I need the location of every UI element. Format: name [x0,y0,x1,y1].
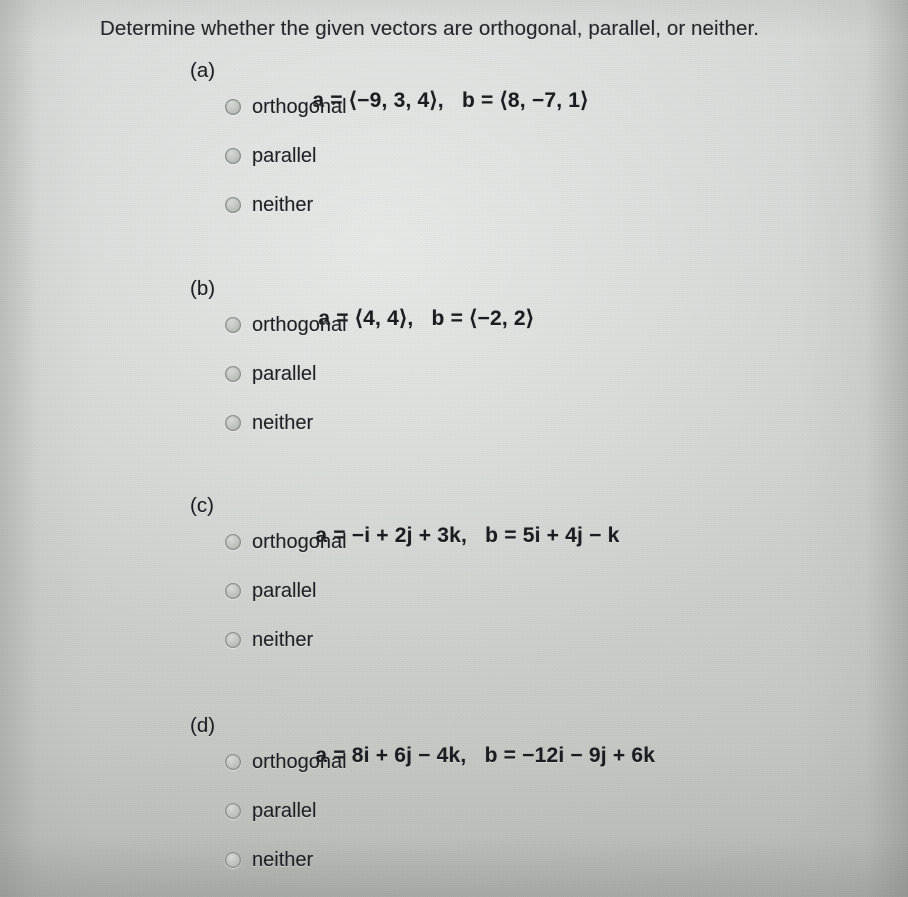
option-label: orthogonal [252,96,347,118]
radio-button-icon[interactable] [225,415,241,431]
option-label: orthogonal [252,531,347,553]
option-b-neither[interactable]: neither [225,410,313,436]
radio-button-icon[interactable] [225,197,241,213]
question-d-options: orthogonal parallel neither [0,749,908,879]
radio-button-icon[interactable] [225,148,241,164]
option-b-orthogonal[interactable]: orthogonal [225,312,347,338]
option-d-orthogonal[interactable]: orthogonal [225,749,347,775]
option-label: neither [252,412,314,434]
page-title: Determine whether the given vectors are … [100,17,760,40]
radio-button-icon[interactable] [225,317,241,333]
question-block-c: (c) a = −i + 2j + 3k, b = 5i + 4j − k or… [0,491,908,659]
radio-button-icon[interactable] [225,754,241,770]
option-label: neither [252,849,314,871]
radio-button-icon[interactable] [225,803,241,819]
option-label: neither [252,629,314,651]
question-c-label: (c) [190,494,214,517]
radio-button-icon[interactable] [225,534,241,550]
radio-button-icon[interactable] [225,852,241,868]
option-d-parallel[interactable]: parallel [225,798,316,824]
option-label: neither [252,194,314,216]
option-label: parallel [252,363,317,385]
question-b-label: (b) [190,277,216,300]
radio-button-icon[interactable] [225,632,241,648]
radio-button-icon[interactable] [225,99,241,115]
question-d-header: (d) a = 8i + 6j − 4k, b = −12i − 9j + 6k [0,711,908,767]
photographed-screen-page: Determine whether the given vectors are … [0,0,908,897]
option-label: orthogonal [252,751,347,773]
option-a-orthogonal[interactable]: orthogonal [225,94,347,120]
question-block-d: (d) a = 8i + 6j − 4k, b = −12i − 9j + 6k… [0,711,908,879]
question-b-header: (b) a = ⟨4, 4⟩, b = ⟨−2, 2⟩ [0,274,908,330]
option-c-orthogonal[interactable]: orthogonal [225,529,347,555]
option-b-parallel[interactable]: parallel [225,361,316,387]
question-a-label: (a) [190,59,216,82]
radio-button-icon[interactable] [225,583,241,599]
question-d-label: (d) [190,714,216,737]
question-a-header: (a) a = ⟨−9, 3, 4⟩, b = ⟨8, −7, 1⟩ [0,56,908,112]
option-c-parallel[interactable]: parallel [225,578,316,604]
question-b-options: orthogonal parallel neither [0,312,908,442]
option-a-neither[interactable]: neither [225,192,313,218]
question-c-options: orthogonal parallel neither [0,529,908,659]
option-label: parallel [252,145,317,167]
question-block-b: (b) a = ⟨4, 4⟩, b = ⟨−2, 2⟩ orthogonal p… [0,274,908,442]
option-label: parallel [252,580,317,602]
option-c-neither[interactable]: neither [225,627,313,653]
option-d-neither[interactable]: neither [225,847,313,873]
option-label: parallel [252,800,317,822]
radio-button-icon[interactable] [225,366,241,382]
question-block-a: (a) a = ⟨−9, 3, 4⟩, b = ⟨8, −7, 1⟩ ortho… [0,56,908,224]
option-a-parallel[interactable]: parallel [225,143,316,169]
option-label: orthogonal [252,314,347,336]
question-c-header: (c) a = −i + 2j + 3k, b = 5i + 4j − k [0,491,908,547]
question-a-options: orthogonal parallel neither [0,94,908,224]
